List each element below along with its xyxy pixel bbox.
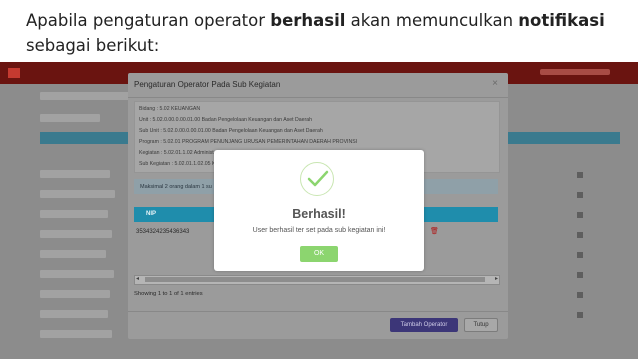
caption-text-3: sebagai berikut:	[26, 36, 160, 55]
caption-text-2: akan memunculkan	[345, 11, 519, 30]
background-row	[40, 170, 110, 178]
trash-icon[interactable]: 🗑	[430, 227, 439, 235]
entries-info: Showing 1 to 1 of 1 entries	[134, 291, 203, 297]
horizontal-scrollbar[interactable]: ◂ ▸	[134, 275, 500, 285]
background-checkbox[interactable]	[577, 272, 583, 278]
scroll-right-arrow-icon[interactable]: ▸	[495, 275, 498, 282]
background-row	[40, 210, 108, 218]
slide-caption: Apabila pengaturan operator berhasil aka…	[26, 8, 626, 58]
info-sub-unit: Sub Unit : 5.02.0.00.0.00.01.00 Badan Pe…	[139, 128, 323, 134]
info-sub-kegiatan: Sub Kegiatan : 5.02.01.1.02.05 Ko	[139, 161, 219, 167]
check-icon	[307, 170, 329, 187]
background-row	[40, 250, 106, 258]
dialog-title: Berhasil!	[292, 207, 346, 221]
info-bidang: Bidang : 5.02 KEUANGAN	[139, 106, 201, 112]
background-row	[40, 190, 115, 198]
scrollbar-thumb[interactable]	[145, 277, 485, 282]
caption-text-1: Apabila pengaturan operator	[26, 11, 271, 30]
modal-footer-divider	[128, 311, 508, 312]
background-row	[40, 330, 112, 338]
cell-nip: 3534324235436343	[136, 229, 190, 235]
modal-title: Pengaturan Operator Pada Sub Kegiatan	[134, 80, 281, 89]
background-checkbox[interactable]	[577, 192, 583, 198]
add-operator-button[interactable]: Tambah Operator	[390, 318, 458, 332]
alert-text: Maksimal 2 orang dalam 1 su	[140, 184, 212, 190]
ok-button[interactable]: OK	[300, 246, 338, 262]
success-icon-circle	[300, 162, 334, 196]
background-checkbox[interactable]	[577, 232, 583, 238]
background-checkbox[interactable]	[577, 312, 583, 318]
caption-bold-berhasil: berhasil	[270, 11, 346, 30]
background-filter	[40, 114, 100, 122]
close-icon[interactable]: ×	[492, 78, 498, 89]
background-checkbox[interactable]	[577, 172, 583, 178]
background-checkbox[interactable]	[577, 292, 583, 298]
background-row	[40, 270, 114, 278]
scroll-left-arrow-icon[interactable]: ◂	[136, 275, 139, 282]
caption-bold-notifikasi: notifikasi	[518, 11, 605, 30]
background-row	[40, 290, 110, 298]
info-program: Program : 5.02.01 PROGRAM PENUNJANG URUS…	[139, 139, 358, 145]
info-unit: Unit : 5.02.0.00.0.00.01.00 Badan Pengel…	[139, 117, 313, 123]
info-kegiatan: Kegiatan : 5.02.01.1.02 Administ	[139, 150, 214, 156]
dialog-message: User berhasil ter set pada sub kegiatan …	[252, 227, 386, 234]
close-button[interactable]: Tutup	[464, 318, 498, 332]
app-logo	[8, 68, 20, 78]
user-menu[interactable]	[540, 69, 610, 75]
background-heading	[40, 92, 130, 100]
background-checkbox[interactable]	[577, 252, 583, 258]
background-checkbox[interactable]	[577, 212, 583, 218]
modal-header: Pengaturan Operator Pada Sub Kegiatan ×	[128, 73, 508, 98]
success-dialog: Berhasil! User berhasil ter set pada sub…	[214, 150, 424, 271]
background-row	[40, 230, 112, 238]
column-header-nip[interactable]: NIP	[146, 211, 156, 217]
background-row	[40, 310, 108, 318]
